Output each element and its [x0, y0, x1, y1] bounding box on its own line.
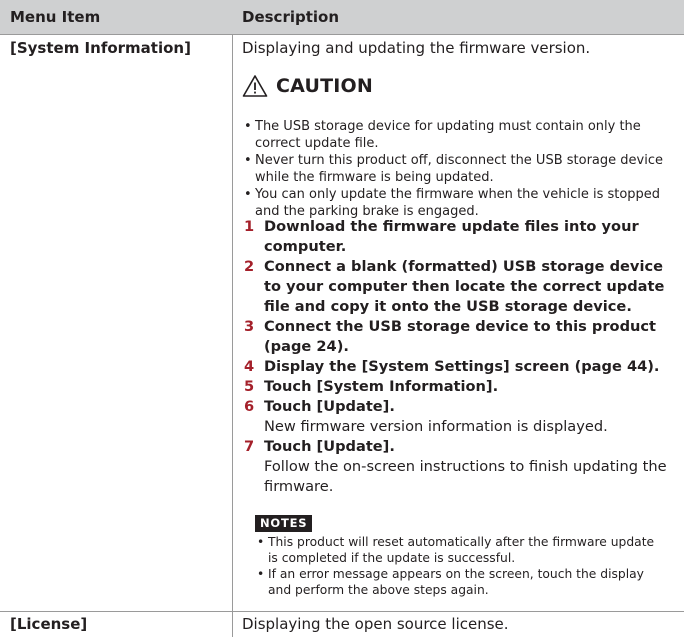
- divider: [0, 34, 684, 35]
- row-item-license: [License]: [10, 615, 88, 633]
- note-bullet: If an error message appears on the scree…: [256, 566, 666, 598]
- caution-title: CAUTION: [276, 75, 373, 97]
- step-text: Touch [Update].: [264, 438, 395, 455]
- row-item-system-information: [System Information]: [10, 39, 191, 57]
- divider: [0, 611, 684, 612]
- step-detail: New firmware version information is disp…: [264, 418, 608, 435]
- step-item: 7 Touch [Update]. Follow the on-screen i…: [242, 437, 677, 497]
- step-item: 3 Connect the USB storage device to this…: [242, 317, 677, 357]
- step-text: Download the firmware update files into …: [264, 218, 639, 255]
- step-number: 2: [244, 258, 255, 275]
- header-description: Description: [242, 8, 340, 26]
- caution-bullet: You can only update the firmware when th…: [242, 186, 672, 220]
- step-text: Touch [Update].: [264, 398, 395, 415]
- caution-bullet: Never turn this product off, disconnect …: [242, 152, 672, 186]
- caution-heading: CAUTION: [242, 71, 373, 101]
- notes-badge: NOTES: [255, 515, 313, 532]
- caution-list: The USB storage device for updating must…: [242, 118, 672, 220]
- step-text: Touch [System Information].: [264, 378, 499, 395]
- step-item: 4 Display the [System Settings] screen (…: [242, 357, 677, 377]
- step-item: 1 Download the firmware update files int…: [242, 217, 677, 257]
- step-number: 6: [244, 398, 255, 415]
- step-number: 3: [244, 318, 255, 335]
- steps-list: 1 Download the firmware update files int…: [242, 217, 677, 497]
- step-item: 6 Touch [Update]. New firmware version i…: [242, 397, 677, 437]
- step-number: 7: [244, 438, 255, 455]
- step-item: 5 Touch [System Information].: [242, 377, 677, 397]
- header-menu-item: Menu Item: [10, 8, 101, 26]
- step-number: 5: [244, 378, 255, 395]
- caution-bullet: The USB storage device for updating must…: [242, 118, 672, 152]
- step-text: Connect a blank (formatted) USB storage …: [264, 258, 665, 315]
- step-text: Display the [System Settings] screen (pa…: [264, 358, 660, 375]
- row-description: Displaying the open source license.: [242, 615, 509, 633]
- step-item: 2 Connect a blank (formatted) USB storag…: [242, 257, 677, 317]
- step-number: 1: [244, 218, 255, 235]
- table-header: Menu Item Description: [0, 0, 684, 34]
- row-description: Displaying and updating the firmware ver…: [242, 39, 591, 57]
- notes-list: This product will reset automatically af…: [256, 534, 666, 598]
- column-divider: [232, 34, 233, 637]
- note-bullet: This product will reset automatically af…: [256, 534, 666, 566]
- warning-triangle-icon: [242, 75, 268, 97]
- step-text: Connect the USB storage device to this p…: [264, 318, 657, 355]
- step-detail: Follow the on-screen instructions to fin…: [264, 458, 667, 495]
- step-number: 4: [244, 358, 255, 375]
